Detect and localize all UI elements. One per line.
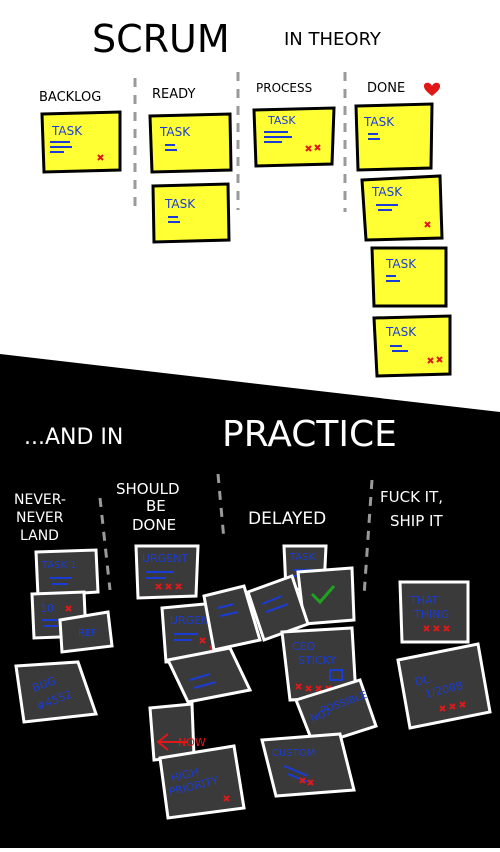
task-label: TASK	[371, 185, 403, 199]
task-label: TASK	[159, 125, 191, 139]
col-ready: READY	[152, 87, 195, 102]
col-delayed: DELAYED	[248, 509, 326, 529]
sticky-note-task1: TASK 1	[34, 548, 100, 598]
sticky-note-done-3: TASK	[370, 246, 448, 308]
sticky-note-urgent-1: URGENT	[134, 544, 200, 600]
col-backlog: BACKLOG	[39, 90, 101, 105]
that-text: THAT	[409, 594, 439, 607]
sticky-text: STICKY	[298, 654, 336, 667]
ref-text: REF	[78, 628, 97, 639]
col-process: PROCESS	[256, 81, 312, 95]
task-label: TASK	[363, 115, 395, 129]
urgent1-text: URGENT	[142, 552, 188, 565]
task-label: TASK	[385, 325, 417, 339]
sticky-note-done-4: TASK	[372, 314, 452, 378]
thing-text: THING	[413, 608, 449, 621]
title-scrum: SCRUM	[92, 17, 230, 61]
task-label: TASK	[51, 124, 83, 138]
sticky-note-high-priority: HIGH PRIORITY	[158, 744, 246, 820]
sticky-note-backlog: TASK	[40, 110, 122, 174]
title-practice: PRACTICE	[222, 414, 397, 455]
sticky-note-ready-2: TASK	[151, 182, 231, 244]
task1-text: TASK 1	[41, 560, 77, 571]
sticky-note-deadline: DL. 1/2008	[396, 642, 492, 730]
now-text: NOW	[178, 736, 206, 749]
n10-text: 10	[40, 602, 54, 615]
sticky-note-done-2: TASK	[360, 174, 444, 242]
comic-canvas: SCRUM IN THEORY BACKLOG READY PROCESS DO…	[0, 0, 500, 848]
custom-text: CUSTOM	[272, 748, 315, 759]
col-done: DONE	[367, 81, 405, 96]
sticky-note-that-thing: THAT THING	[398, 580, 470, 644]
task-label: TASK	[385, 257, 417, 271]
task-delayed-text: TASK	[289, 552, 316, 563]
sticky-note-ready-1: TASK	[148, 112, 233, 174]
scrum-comic: SCRUM IN THEORY BACKLOG READY PROCESS DO…	[0, 0, 500, 848]
sticky-note-custom: CUSTOM	[260, 732, 356, 798]
title-in-theory: IN THEORY	[284, 29, 382, 50]
ceo-text: CEO	[292, 640, 316, 653]
sticky-note-ref: REF	[58, 610, 114, 654]
title-and-in: ...AND IN	[24, 425, 123, 450]
task-label: TASK	[267, 114, 296, 127]
sticky-note-done-1: TASK	[354, 102, 434, 172]
task-label: TASK	[164, 197, 196, 211]
sticky-note-process: TASK	[252, 106, 336, 168]
